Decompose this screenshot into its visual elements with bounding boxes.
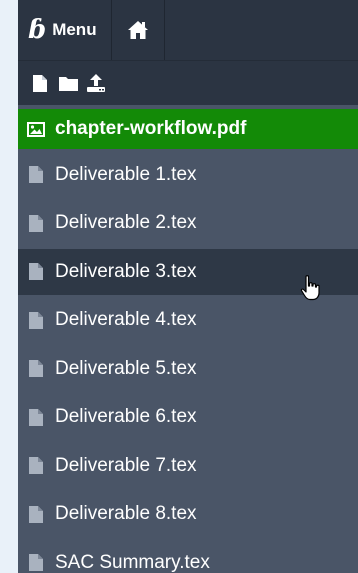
file-tree-panel: ɓ Menu chapter-workflow.pdf Deliverable … [18, 0, 358, 573]
file-name: Deliverable 3.tex [55, 260, 197, 282]
menu-button[interactable]: ɓ Menu [18, 0, 111, 60]
new-folder-button[interactable] [58, 72, 78, 94]
file-icon [26, 310, 46, 330]
new-folder-icon [58, 76, 78, 91]
file-item-deliverable-3[interactable]: Deliverable 3.tex [18, 248, 358, 295]
overleaf-leaf-icon: ɓ [28, 15, 47, 45]
file-icon [26, 213, 46, 233]
top-navigation-bar: ɓ Menu [18, 0, 358, 60]
file-name: Deliverable 8.tex [55, 503, 197, 524]
file-item-chapter-workflow-pdf[interactable]: chapter-workflow.pdf [18, 109, 358, 149]
file-icon [26, 359, 46, 379]
upload-icon [87, 74, 105, 92]
file-name: Deliverable 2.tex [55, 212, 197, 233]
file-icon [26, 553, 46, 573]
file-icon [26, 456, 46, 476]
file-item-sac-summary[interactable]: SAC Summary.tex [18, 540, 358, 573]
file-icon [26, 407, 46, 427]
file-name: Deliverable 4.tex [55, 309, 197, 330]
file-toolbar [18, 60, 358, 105]
file-item-deliverable-1[interactable]: Deliverable 1.tex [18, 152, 358, 198]
file-item-deliverable-5[interactable]: Deliverable 5.tex [18, 346, 358, 392]
file-name: Deliverable 1.tex [55, 163, 197, 185]
upload-button[interactable] [86, 72, 106, 94]
new-file-button[interactable] [30, 72, 50, 94]
file-list: chapter-workflow.pdf Deliverable 1.tex D… [18, 109, 358, 573]
file-name: Deliverable 5.tex [55, 357, 197, 379]
file-icon [26, 504, 46, 524]
menu-label: Menu [52, 20, 97, 39]
new-file-icon [33, 74, 47, 92]
file-icon [26, 165, 46, 185]
file-name: SAC Summary.tex [55, 551, 210, 573]
file-icon [26, 262, 46, 282]
file-item-deliverable-6[interactable]: Deliverable 6.tex [18, 394, 358, 440]
home-button[interactable] [112, 0, 164, 60]
file-item-deliverable-2[interactable]: Deliverable 2.tex [18, 200, 358, 246]
file-name: Deliverable 7.tex [55, 454, 197, 476]
home-icon [127, 21, 148, 39]
file-item-deliverable-4[interactable]: Deliverable 4.tex [18, 297, 358, 343]
topbar-divider-2 [163, 0, 165, 60]
file-name: Deliverable 6.tex [55, 406, 197, 427]
file-name: chapter-workflow.pdf [55, 118, 247, 139]
file-item-deliverable-8[interactable]: Deliverable 8.tex [18, 491, 358, 537]
file-item-deliverable-7[interactable]: Deliverable 7.tex [18, 443, 358, 489]
image-icon [26, 119, 46, 139]
